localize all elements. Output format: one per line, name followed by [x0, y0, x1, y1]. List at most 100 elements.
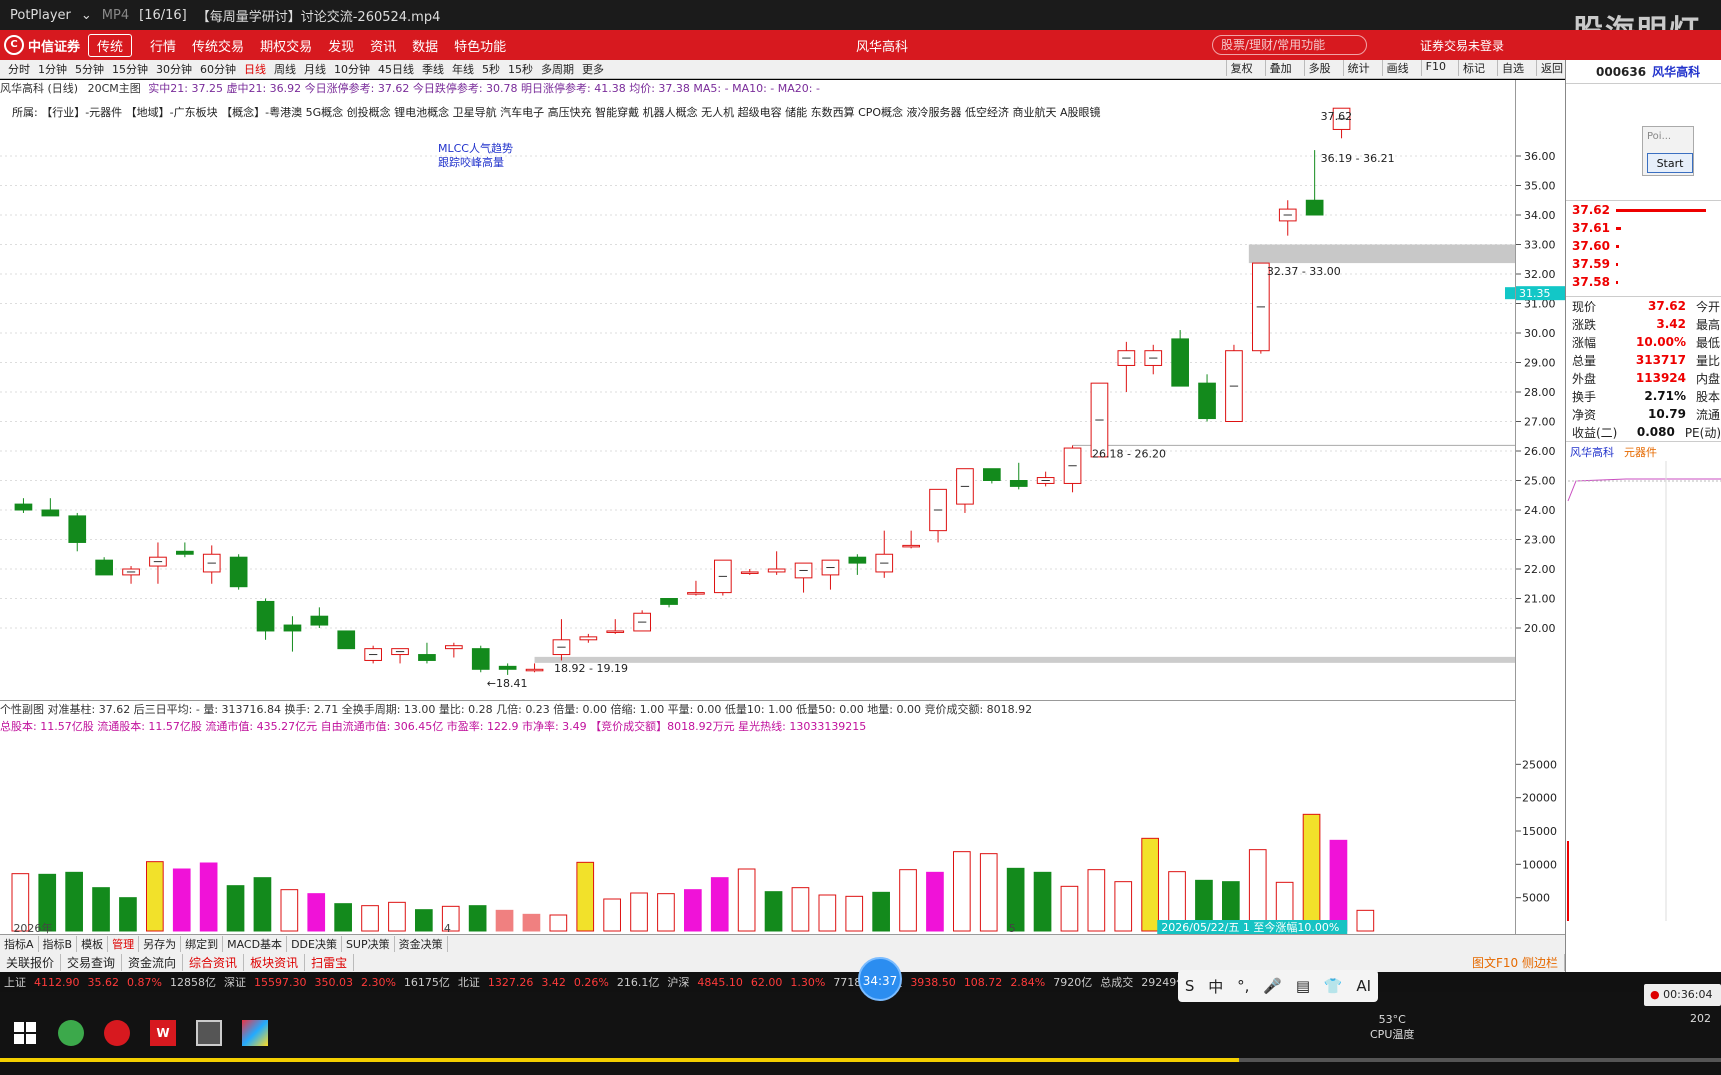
- tool-F10[interactable]: F10: [1420, 60, 1450, 76]
- candlestick-chart[interactable]: 37.62 36.19 - 36.21 32.37 - 33.00 26.18 - 2…: [0, 84, 1515, 700]
- quote-row: 净资 10.79 流通: [1566, 405, 1721, 423]
- indicator-tab[interactable]: 资金决策: [395, 935, 448, 952]
- player-name[interactable]: PotPlayer: [10, 8, 71, 23]
- period-list: 分时 1分钟 5分钟 15分钟 30分钟 60分钟 日线 周线 月线 10分钟 45日线 季线 年线 5秒…: [4, 61, 608, 77]
- app-icon-paint[interactable]: [242, 1020, 268, 1046]
- tool-叠加[interactable]: 叠加: [1264, 60, 1296, 76]
- quote-key2: 最低: [1696, 335, 1721, 350]
- period-60分钟[interactable]: 60分钟: [200, 61, 236, 77]
- quote-value: 0.080: [1636, 425, 1675, 439]
- indicator-tab[interactable]: MACD基本: [223, 935, 288, 952]
- indicator-tab[interactable]: 指标B: [39, 935, 78, 952]
- ime-icon[interactable]: 中: [1208, 976, 1223, 997]
- indicator-tab[interactable]: 管理: [108, 935, 140, 952]
- ime-icon[interactable]: AI: [1356, 977, 1371, 995]
- period-15秒[interactable]: 15秒: [508, 61, 533, 77]
- seek-time-bubble[interactable]: 34:37: [858, 957, 902, 1001]
- info-tab[interactable]: 板块资讯: [244, 953, 306, 971]
- ime-icon[interactable]: S: [1185, 977, 1195, 995]
- info-tab[interactable]: 交易查询: [61, 953, 123, 971]
- vol-axis-label: 20000: [1522, 792, 1557, 805]
- period-15分钟[interactable]: 15分钟: [112, 61, 148, 77]
- menu-item[interactable]: 传统交易: [192, 36, 244, 55]
- indicator-tab[interactable]: DDE决策: [287, 935, 342, 952]
- tool-画线[interactable]: 画线: [1381, 60, 1413, 76]
- volume-bar: [979, 853, 998, 932]
- player-progress[interactable]: [0, 1058, 1721, 1062]
- axis-current-label: 31.35: [1519, 287, 1551, 300]
- candle-body: [525, 668, 544, 672]
- ime-icon[interactable]: 🎤: [1263, 977, 1282, 995]
- ime-icon[interactable]: °,: [1237, 977, 1249, 995]
- period-日线[interactable]: 日线: [244, 61, 266, 77]
- period-更多[interactable]: 更多: [582, 61, 604, 77]
- info-tab[interactable]: 扫雷宝: [305, 953, 355, 971]
- period-分时[interactable]: 分时: [8, 61, 30, 77]
- axis-tick-label: 33.00: [1524, 239, 1556, 252]
- candle-body: [1009, 480, 1028, 487]
- mode-select[interactable]: 传统: [88, 33, 133, 57]
- indicator-tab[interactable]: 另存为: [139, 935, 182, 952]
- indicator-tab[interactable]: SUP决策: [342, 935, 395, 952]
- ticker-item: 3938.50: [910, 975, 956, 989]
- period-10分钟[interactable]: 10分钟: [334, 61, 370, 77]
- period-月线[interactable]: 月线: [304, 61, 326, 77]
- tool-多股[interactable]: 多股: [1303, 60, 1335, 76]
- ime-icon[interactable]: ▤: [1296, 977, 1310, 995]
- period-季线[interactable]: 季线: [422, 61, 444, 77]
- tool-统计[interactable]: 统计: [1342, 60, 1374, 76]
- menu-item[interactable]: 期权交易: [260, 36, 312, 55]
- period-1分钟[interactable]: 1分钟: [38, 61, 67, 77]
- tool-自选[interactable]: 自选: [1497, 60, 1528, 76]
- ime-icon[interactable]: 👕: [1324, 977, 1343, 995]
- ticker-item: 沪深: [667, 976, 690, 989]
- period-5秒[interactable]: 5秒: [482, 61, 500, 77]
- quote-value: 10.79: [1648, 407, 1686, 421]
- quote-key: 换手: [1572, 389, 1597, 404]
- app-icon-securities[interactable]: [104, 1020, 130, 1046]
- player-popup: Poi... Start: [1642, 126, 1694, 176]
- volume-bar: [764, 891, 783, 932]
- period-周线[interactable]: 周线: [274, 61, 296, 77]
- period-多周期[interactable]: 多周期: [541, 61, 574, 77]
- template-name[interactable]: 20CM主图: [88, 82, 141, 95]
- app-icon-window[interactable]: [196, 1020, 222, 1046]
- tool-复权[interactable]: 复权: [1225, 60, 1257, 76]
- menu-item[interactable]: 行情: [150, 36, 176, 55]
- login-status[interactable]: 证券交易未登录: [1420, 37, 1504, 54]
- volume-bar: [1141, 837, 1159, 932]
- period-30分钟[interactable]: 30分钟: [156, 61, 192, 77]
- period-年线[interactable]: 年线: [452, 61, 474, 77]
- panel-toggle[interactable]: 图文F10 侧边栏: [1466, 953, 1565, 971]
- indicator-tab[interactable]: 指标A: [0, 935, 39, 952]
- search-input[interactable]: 股票/理财/常用功能: [1212, 35, 1367, 55]
- price-axis: 20.00 21.00 22.00 23.00 24.00 25.00 26.00 27.00…: [1515, 80, 1566, 940]
- vol-axis-label: 10000: [1522, 858, 1557, 871]
- period-45日线[interactable]: 45日线: [378, 61, 414, 77]
- chevron-down-icon[interactable]: ⌄: [81, 8, 92, 23]
- volume-bar: [92, 887, 110, 932]
- app-icon-browser[interactable]: [58, 1020, 84, 1046]
- app-icon-wps[interactable]: W: [150, 1020, 176, 1046]
- axis-tick-label: 32.00: [1524, 268, 1556, 281]
- volume-chart[interactable]: 2026年 4 5 2026/05/22/五 1 至今涨幅10.00%: [0, 736, 1515, 935]
- menu-item[interactable]: 资讯: [370, 36, 396, 55]
- start-button[interactable]: Start: [1647, 153, 1693, 173]
- ask-price: 37.60: [1572, 239, 1610, 253]
- info-tab[interactable]: 关联报价: [0, 953, 62, 971]
- tool-标记[interactable]: 标记: [1458, 60, 1489, 76]
- info-tab[interactable]: 综合资讯: [183, 953, 245, 971]
- menu-item[interactable]: 数据: [412, 36, 438, 55]
- quote-panel: 000636 风华高科 37.62 37.61 37.60 37.59 37.58 现价…: [1565, 60, 1721, 972]
- menu-item[interactable]: 发现: [328, 36, 354, 55]
- menu-item[interactable]: 特色功能: [454, 36, 506, 55]
- mini-intraday-chart: [1567, 461, 1721, 921]
- volume-bar: [415, 909, 433, 932]
- candle-body: [41, 509, 60, 517]
- period-5分钟[interactable]: 5分钟: [75, 61, 104, 77]
- indicator-tab[interactable]: 模板: [77, 935, 109, 952]
- tool-返回[interactable]: 返回: [1536, 60, 1567, 76]
- windows-start-icon[interactable]: [14, 1022, 36, 1044]
- info-tab[interactable]: 资金流向: [122, 953, 184, 971]
- indicator-tab[interactable]: 绑定到: [181, 935, 224, 952]
